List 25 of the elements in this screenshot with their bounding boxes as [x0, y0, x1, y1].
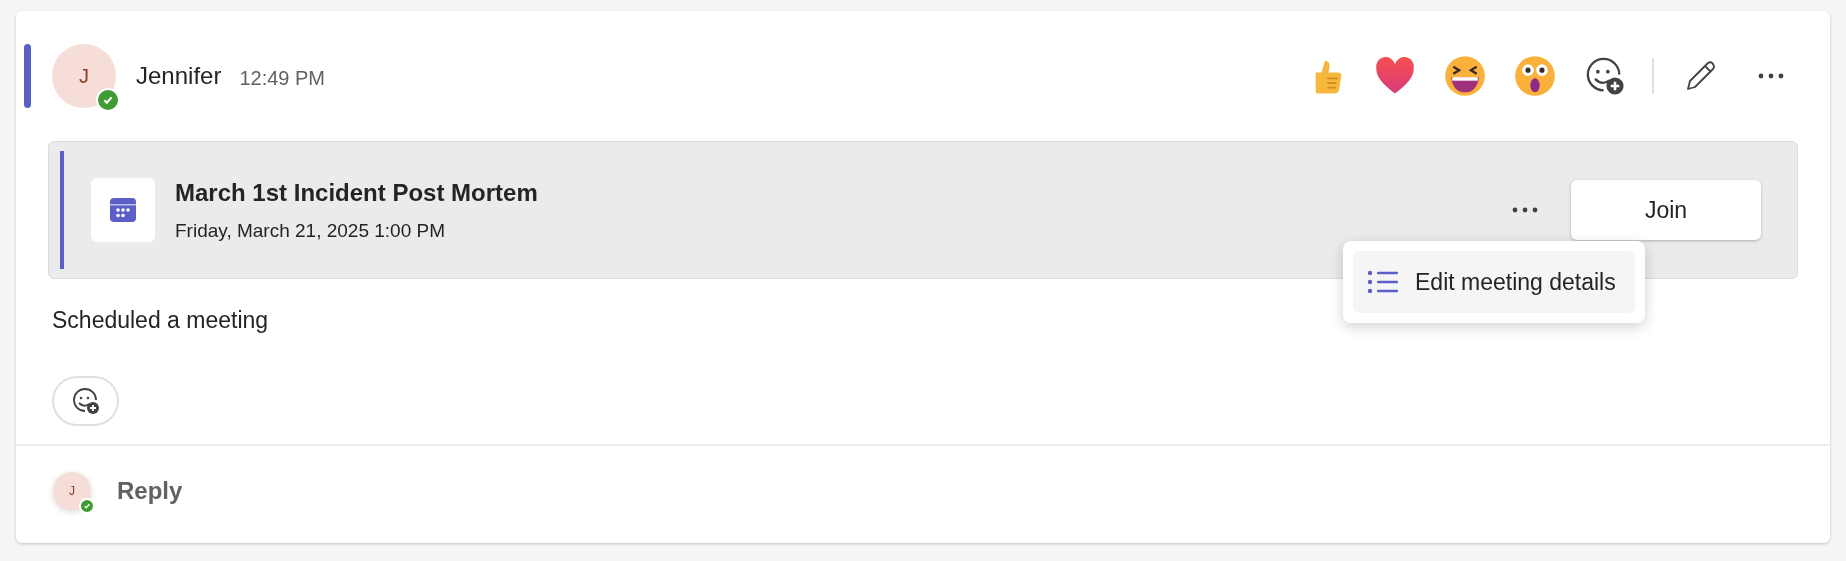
meeting-title: March 1st Incident Post Mortem	[175, 177, 538, 208]
surprised-button[interactable]	[1512, 53, 1558, 99]
list-icon	[1367, 270, 1399, 294]
more-icon	[1512, 207, 1538, 213]
pencil-icon	[1684, 59, 1718, 93]
add-reaction-icon	[71, 386, 100, 415]
calendar-icon	[109, 196, 137, 224]
more-icon	[1758, 73, 1784, 79]
laugh-button[interactable]	[1442, 53, 1488, 99]
add-reaction-button[interactable]	[52, 375, 119, 426]
menu-item[interactable]: Edit meeting details	[1353, 251, 1635, 313]
author-name: Jennifer	[136, 61, 222, 91]
add-reaction-icon	[1585, 56, 1625, 96]
timestamp: 12:49 PM	[239, 65, 325, 91]
meeting-datetime: Friday, March 21, 2025 1:00 PM	[175, 218, 446, 243]
reply-field[interactable]: Reply	[117, 472, 183, 509]
join-button[interactable]: Join	[1571, 180, 1761, 240]
avatar[interactable]: J	[53, 471, 91, 510]
laughing-face-icon	[1444, 55, 1486, 97]
accent-bar	[24, 44, 31, 108]
surprised-face-icon	[1514, 55, 1556, 97]
avatar[interactable]: J	[52, 44, 116, 108]
avatar-initial: J	[79, 64, 89, 89]
message-text: Scheduled a meeting	[52, 306, 270, 335]
avatar-initial: J	[69, 482, 75, 500]
